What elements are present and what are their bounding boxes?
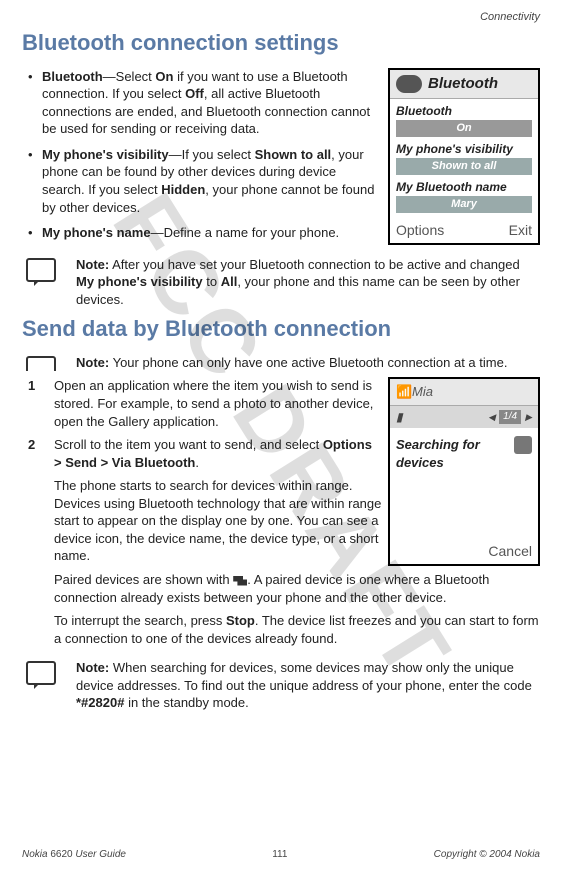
- note3-lead: Note:: [76, 660, 109, 675]
- bluetooth-logo-icon: [396, 75, 422, 93]
- figure2-body-line1: Searching for: [396, 436, 532, 454]
- fig2-right-softkey: Cancel: [488, 542, 532, 561]
- note1-bold: My phone's visibility: [76, 274, 203, 289]
- note2-text: Your phone can only have one active Blue…: [109, 355, 507, 370]
- step2-text-a: Scroll to the item you want to send, and…: [54, 437, 323, 452]
- note1-a: After you have set your Bluetooth connec…: [109, 257, 520, 272]
- para-interrupt-search: To interrupt the search, press Stop. The…: [54, 612, 540, 647]
- figure2-body-line2: devices: [396, 454, 532, 472]
- step2-number: 2: [28, 436, 35, 454]
- figure2-title: Mia: [412, 383, 433, 401]
- step1-number: 1: [28, 377, 35, 395]
- para3-stop: Stop: [226, 613, 255, 628]
- para3-a: To interrupt the search, press: [54, 613, 226, 628]
- figure2-titlebar: 📶 Mia: [390, 379, 538, 406]
- para2-a: Paired devices are shown with: [54, 572, 233, 587]
- bullet2-hidden: Hidden: [161, 182, 205, 197]
- note2-lead: Note:: [76, 355, 109, 370]
- nav-left-icon: ◀: [488, 411, 495, 423]
- note1-lead: Note:: [76, 257, 109, 272]
- figure1-title: Bluetooth: [428, 74, 498, 94]
- footer-model: 6620: [50, 849, 72, 860]
- step1-text: Open an application where the item you w…: [54, 378, 373, 428]
- footer-page-number: 111: [272, 848, 287, 862]
- fig1-row1-value: On: [396, 120, 532, 137]
- note-icon: [26, 258, 56, 282]
- figure1-titlebar: Bluetooth: [390, 70, 538, 99]
- fig1-row2-label: My phone's visibility: [396, 141, 532, 157]
- bullet3-text: —Define a name for your phone.: [151, 225, 340, 240]
- bullet1-on: On: [155, 69, 173, 84]
- bluetooth-small-icon: [514, 436, 532, 454]
- step-2: 2 Scroll to the item you want to send, a…: [22, 436, 382, 471]
- fig1-row3-label: My Bluetooth name: [396, 179, 532, 195]
- note3-b: in the standby mode.: [124, 695, 248, 710]
- footer-guide: User Guide: [73, 849, 126, 860]
- battery-icon: ▮: [396, 409, 403, 425]
- fig1-right-softkey: Exit: [509, 221, 532, 240]
- figure2-counter: 1/4: [499, 410, 521, 424]
- figure-bluetooth-settings-screen: Bluetooth Bluetooth On My phone's visibi…: [388, 68, 540, 245]
- note-device-address: Note: When searching for devices, some d…: [22, 659, 540, 712]
- footer-copyright: Copyright © 2004 Nokia: [434, 848, 540, 862]
- page-section-header: Connectivity: [480, 10, 540, 25]
- fig1-row1-label: Bluetooth: [396, 103, 532, 119]
- fig1-row2-value: Shown to all: [396, 158, 532, 175]
- note3-a: When searching for devices, some devices…: [76, 660, 532, 693]
- note1-bold2: All: [221, 274, 238, 289]
- paired-device-icon: [233, 576, 247, 586]
- heading-bluetooth-settings: Bluetooth connection settings: [22, 28, 540, 58]
- bullet1-off: Off: [185, 86, 204, 101]
- step2-text-c: .: [195, 455, 199, 470]
- nav-right-icon: ▶: [525, 411, 532, 423]
- fig1-left-softkey: Options: [396, 221, 444, 240]
- note-icon: [26, 661, 56, 685]
- bullet2-text-a: —If you select: [169, 147, 255, 162]
- page-footer: Nokia 6620 User Guide 111 Copyright © 20…: [22, 848, 540, 862]
- footer-brand: Nokia: [22, 849, 50, 860]
- bullet-visibility: My phone's visibility—If you select Show…: [22, 146, 382, 216]
- bullet1-term: Bluetooth: [42, 69, 103, 84]
- bullet-phone-name: My phone's name—Define a name for your p…: [22, 224, 382, 242]
- note-icon: [26, 356, 56, 372]
- signal-icon: 📶: [396, 383, 406, 401]
- bullet-bluetooth: Bluetooth—Select On if you want to use a…: [22, 68, 382, 138]
- fig1-row3-value: Mary: [396, 196, 532, 213]
- heading-send-data: Send data by Bluetooth connection: [22, 314, 540, 344]
- footer-left: Nokia 6620 User Guide: [22, 848, 126, 862]
- note1-b: to: [203, 274, 221, 289]
- para-paired-devices: Paired devices are shown with . A paired…: [54, 571, 540, 606]
- bullet3-term: My phone's name: [42, 225, 151, 240]
- note3-code: *#2820#: [76, 695, 124, 710]
- bullet2-shown: Shown to all: [255, 147, 332, 162]
- bullet2-term: My phone's visibility: [42, 147, 169, 162]
- figure-searching-devices-screen: 📶 Mia ▮ ◀ 1/4 ▶ Searching for devices Ca…: [388, 377, 540, 566]
- step-1: 1 Open an application where the item you…: [22, 377, 382, 430]
- note-single-connection: Note: Your phone can only have one activ…: [22, 354, 540, 372]
- figure2-subheader: ▮ ◀ 1/4 ▶: [390, 406, 538, 428]
- note-visibility: Note: After you have set your Bluetooth …: [22, 256, 540, 309]
- bullet1-text-a: —Select: [103, 69, 156, 84]
